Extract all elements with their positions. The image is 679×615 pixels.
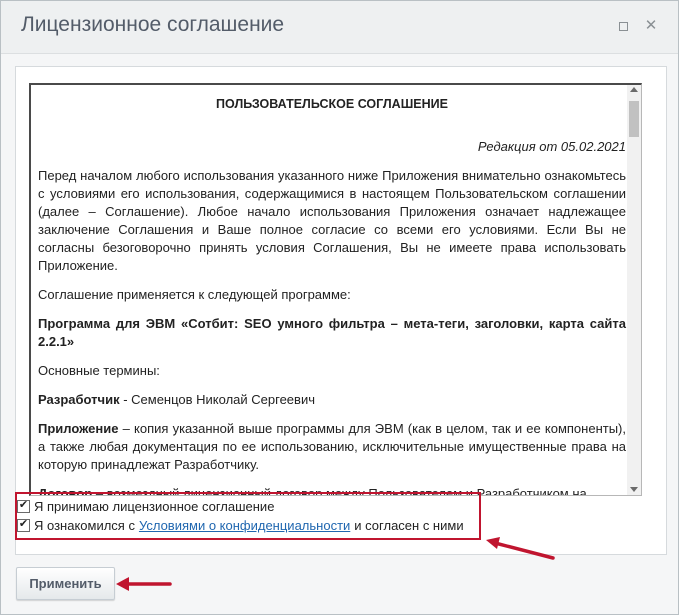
accept-license-row[interactable]: Я принимаю лицензионное соглашение: [17, 499, 274, 514]
privacy-suffix: и согласен с ними: [354, 518, 464, 533]
annotation-arrow-consent: [486, 537, 555, 560]
agreement-heading: ПОЛЬЗОВАТЕЛЬСКОЕ СОГЛАШЕНИЕ: [216, 97, 448, 111]
agreement-terms-heading: Основные термины:: [38, 363, 160, 378]
agreement-text: ПОЛЬЗОВАТЕЛЬСКОЕ СОГЛАШЕНИЕ Редакция от …: [38, 85, 626, 495]
dialog-title: Лицензионное соглашение: [21, 13, 285, 36]
dialog-content: ПОЛЬЗОВАТЕЛЬСКОЕ СОГЛАШЕНИЕ Редакция от …: [15, 66, 667, 555]
agreement-scrollbar[interactable]: [627, 85, 641, 495]
accept-license-label: Я принимаю лицензионное соглашение: [34, 499, 275, 514]
close-icon[interactable]: ✕: [643, 18, 659, 34]
privacy-prefix: Я ознакомился с: [34, 518, 135, 533]
agreement-applies-to: Соглашение применяется к следующей прогр…: [38, 287, 351, 302]
accept-license-checkbox[interactable]: [17, 500, 30, 513]
term-developer: Разработчик - Семенцов Николай Сергеевич: [38, 391, 626, 409]
privacy-terms-link[interactable]: Условиями о конфиденциальности: [139, 518, 350, 533]
agreement-intro: Перед началом любого использования указа…: [38, 168, 626, 273]
term-developer-def: - Семенцов Николай Сергеевич: [119, 392, 315, 407]
scroll-down-icon[interactable]: [630, 487, 638, 492]
privacy-consent-checkbox[interactable]: [17, 519, 30, 532]
dialog-titlebar: Лицензионное соглашение ✕: [1, 1, 678, 54]
apply-button[interactable]: Применить: [16, 567, 115, 600]
agreement-revision: Редакция от 05.02.2021: [477, 139, 626, 154]
term-developer-name: Разработчик: [38, 392, 120, 407]
agreement-program: Программа для ЭВМ «Сотбит: SEO умного фи…: [38, 316, 626, 349]
privacy-consent-row[interactable]: Я ознакомился с Условиями о конфиденциал…: [17, 518, 464, 533]
maximize-icon[interactable]: [615, 18, 631, 34]
scroll-up-icon[interactable]: [630, 87, 638, 92]
term-app-name: Приложение: [38, 421, 119, 436]
scroll-thumb[interactable]: [629, 101, 639, 137]
agreement-scrollbox[interactable]: ПОЛЬЗОВАТЕЛЬСКОЕ СОГЛАШЕНИЕ Редакция от …: [29, 83, 642, 496]
annotation-arrow-apply: [116, 577, 172, 591]
term-app: Приложение – копия указанной выше програ…: [38, 420, 626, 474]
term-app-def: – копия указанной выше программы для ЭВМ…: [38, 421, 626, 472]
license-dialog: Лицензионное соглашение ✕ ПОЛЬЗОВАТЕЛЬСК…: [0, 0, 679, 615]
